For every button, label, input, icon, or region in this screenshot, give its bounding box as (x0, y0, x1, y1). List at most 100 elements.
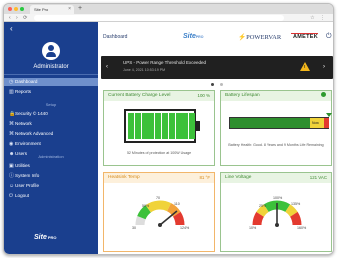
ametek-logo: AMETEK (291, 33, 319, 40)
sidebar-item-label: Network (15, 121, 32, 126)
battery-cell (168, 113, 175, 139)
power-icon[interactable]: ⏻ (326, 33, 332, 41)
card-title: Heatsink Temp (108, 175, 140, 180)
sidebar-item-label: Logout (15, 193, 30, 198)
sidebar: ‹ Administrator ◷ Dashboard ▥Reports Setup… (4, 22, 98, 254)
app: ‹ Administrator ◷ Dashboard ▥Reports Setup… (4, 22, 333, 254)
card-title: Line Voltage (225, 175, 252, 180)
battery-cell (148, 113, 155, 139)
sidebar-item-logout[interactable]: ⏻ Logout (4, 192, 98, 200)
line-voltage-gauge: 10% 25% 100% 135% 160% (249, 196, 307, 230)
battery-cell (189, 113, 196, 139)
close-window-icon[interactable] (8, 7, 12, 11)
line-voltage-card: Line Voltage 121 VAC 10% 25% 100% 135% 160% (220, 172, 332, 252)
site-pro-logo: SitePRO (183, 33, 204, 40)
battery-cell (182, 113, 189, 139)
main-content: Dashboard SitePRO ⚡POWERVAR AMETEK ⏻ ‹ U… (98, 22, 333, 254)
sidebar-logo: SitePRO (34, 234, 57, 241)
browser-tab[interactable]: Site Pro × (30, 5, 74, 14)
card-status: 121 VAC (309, 175, 327, 180)
sidebar-item-user-profile[interactable]: ☺User Profile (4, 182, 98, 190)
battery-cell (155, 113, 162, 139)
url-field[interactable] (34, 15, 284, 21)
sidebar-item-environment[interactable]: ◉ Environment (4, 140, 98, 148)
gauge-segment (166, 203, 181, 217)
maximize-window-icon[interactable] (20, 7, 24, 11)
browser-window: Site Pro × + ‹ › ⟳ ☆ ⋮ ‹ Administrator ◷… (3, 3, 334, 255)
powervar-logo: ⚡POWERVAR (238, 34, 282, 41)
sidebar-item-label: Security © 1440 (15, 111, 48, 116)
battery-lifespan-card: Battery Lifespan Now Battery Health: Goo… (220, 90, 332, 166)
gauge-tick-label: 135% (291, 202, 301, 206)
gauge-segment (137, 205, 152, 220)
sidebar-item-label: User Profile (15, 183, 39, 188)
card-footer: Battery Health: Good. 8 Years and 9 Mont… (228, 143, 324, 147)
card-status: 100 % (197, 93, 210, 98)
sidebar-item-network-advanced[interactable]: ⌘Network Advanced (4, 130, 98, 138)
alert-carousel: ‹ UPS - Power Range Threshold Exceeded J… (101, 56, 333, 79)
card-status: 81 °F (199, 175, 210, 180)
lifespan-bar: Now (229, 117, 329, 129)
browser-tab-bar: Site Pro × + (4, 4, 333, 14)
gauge-segment (285, 204, 298, 217)
minimize-window-icon[interactable] (14, 7, 18, 11)
gauge-segment (252, 211, 265, 226)
section-setup-label: Setup (45, 102, 57, 107)
gauge-segment (135, 215, 146, 226)
gauge-tick-label: 160% (297, 226, 307, 230)
battery-cell (134, 113, 141, 139)
new-tab-button[interactable]: + (78, 4, 82, 14)
sidebar-item-reports[interactable]: ▥Reports (4, 88, 98, 96)
gauge-tick-label: 30 (132, 226, 136, 230)
sidebar-item-label: Dashboard (15, 79, 38, 84)
sidebar-item-label: Reports (15, 89, 32, 94)
pager-dot[interactable] (219, 83, 223, 86)
battery-icon (124, 109, 200, 143)
alert-next-icon[interactable]: › (323, 64, 325, 70)
collapse-sidebar-icon[interactable]: ‹ (10, 24, 13, 33)
battery-charge-card: Current Battery Charge Level 100 % 52 Min… (103, 90, 215, 166)
alert-title: UPS - Power Range Threshold Exceeded (123, 60, 206, 65)
alert-prev-icon[interactable]: ‹ (106, 64, 108, 70)
gauge-tick-label: 10% (249, 226, 257, 230)
close-tab-icon[interactable]: × (68, 6, 71, 12)
username: Administrator (33, 64, 69, 70)
sidebar-item-utilities[interactable]: ▣Utilities (4, 162, 98, 170)
gauge-tick-label: 70 (156, 196, 160, 200)
sidebar-item-label: Network Advanced (15, 131, 54, 136)
sidebar-item-label: Utilities (15, 163, 30, 168)
avatar-icon (42, 42, 60, 60)
gauge-segment (289, 211, 302, 226)
sidebar-divider (4, 74, 98, 75)
card-title: Battery Lifespan (225, 93, 260, 98)
sidebar-item-system-info[interactable]: ⓘSystem Info (4, 172, 98, 180)
pager-dot[interactable] (210, 83, 214, 86)
battery-cell (175, 113, 182, 139)
battery-cell (162, 113, 168, 139)
sidebar-item-security-1440[interactable]: 🔒Security © 1440 (4, 110, 98, 118)
browser-nav-icons[interactable]: ‹ › ⟳ (9, 14, 29, 22)
browser-menu-icons[interactable]: ☆ ⋮ (310, 14, 327, 22)
heatsink-gauge: 30 50% 70 110 124% (132, 196, 190, 230)
battery-cell (128, 113, 134, 139)
gauge-segment (256, 204, 269, 217)
gauge-tick-label: 50% (142, 204, 150, 208)
sidebar-item-label: System Info (15, 173, 40, 178)
card-title: Current Battery Charge Level (108, 93, 171, 98)
battery-cell (141, 113, 148, 139)
tab-title: Site Pro (34, 7, 49, 12)
sidebar-item-network[interactable]: ⌘Network (4, 120, 98, 128)
address-bar-row: ‹ › ⟳ ☆ ⋮ (4, 14, 333, 22)
heatsink-card: Heatsink Temp 81 °F 30 50% 70 110 124% (103, 172, 215, 252)
gauge-tick-label: 25% (259, 204, 267, 208)
alert-time: June 4, 2021 10:53:19 PM (123, 68, 166, 72)
sidebar-item-dashboard[interactable]: ◷ Dashboard (4, 78, 98, 86)
gauge-tick-label: 110 (174, 202, 180, 206)
carousel-pager (98, 82, 333, 87)
warning-icon: ! (300, 62, 310, 71)
gauge-segment (145, 200, 172, 213)
gauge-tick-label: 124% (180, 226, 190, 230)
gauge-hub (275, 223, 279, 227)
gauge-segment (172, 211, 185, 226)
status-ok-icon (321, 92, 326, 97)
